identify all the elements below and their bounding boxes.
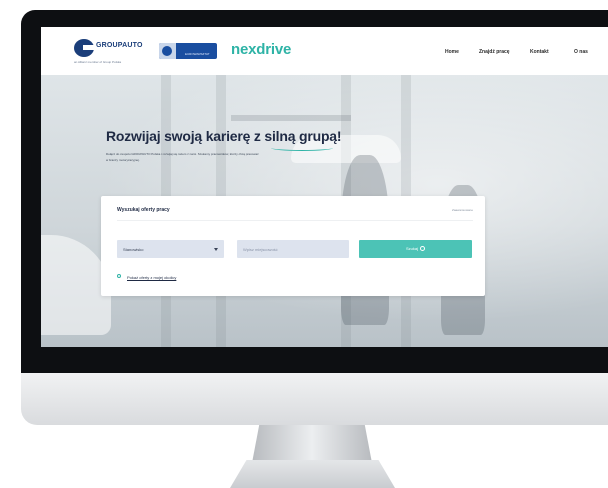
job-search-card: Wyszukaj oferty pracy Zaawansowane Stano… — [101, 196, 485, 296]
top-navigation: GROUPAUTO an Allianz member of Group Pol… — [41, 27, 608, 75]
groupauto-logo[interactable]: GROUPAUTO an Allianz member of Group Pol… — [74, 39, 146, 65]
hero-lead-text: Dołącz do zespołu GROUPAUTO Polska i roz… — [106, 152, 259, 162]
hero-headline: Rozwijaj swoją karierę z silną grupą! — [106, 128, 342, 144]
location-input[interactable] — [237, 240, 349, 258]
headline-underline-swoosh — [271, 145, 333, 151]
nav-find-job[interactable]: Znajdź pracę — [479, 49, 510, 55]
groupauto-logo-subtitle: an Allianz member of Group Polska — [74, 60, 122, 64]
groupauto-g-icon — [74, 39, 94, 57]
nearby-offers-link[interactable]: Pokaż oferty z mojej okolicy — [127, 275, 176, 280]
eurowarsztat-logo-text: EUROWARSZTAT — [185, 52, 210, 56]
monitor-stand-base — [230, 460, 395, 488]
groupauto-logo-text: GROUPAUTO — [96, 42, 143, 49]
screen: GROUPAUTO an Allianz member of Group Pol… — [41, 27, 608, 347]
search-button-label: Szukaj — [405, 246, 418, 251]
eurowarsztat-logo[interactable]: EUROWARSZTAT — [159, 43, 217, 59]
location-pin-icon — [117, 274, 121, 278]
search-button[interactable]: Szukaj — [359, 240, 472, 258]
monitor-chin — [21, 373, 608, 425]
advanced-search-link[interactable]: Zaawansowane — [452, 208, 473, 212]
garage-lift — [231, 115, 351, 121]
search-card-title: Wyszukaj oferty pracy — [117, 207, 170, 213]
monitor-stand-neck — [252, 425, 372, 463]
eurowarsztat-g-icon — [159, 43, 176, 59]
chevron-down-icon — [214, 248, 218, 251]
nav-home[interactable]: Home — [445, 49, 459, 55]
position-select-value: Stanowisko — [123, 247, 144, 252]
search-icon — [420, 246, 425, 252]
nav-contact[interactable]: Kontakt — [530, 49, 549, 55]
card-divider — [117, 220, 473, 221]
nexdrive-logo[interactable]: nexdrive — [231, 41, 291, 58]
position-select[interactable]: Stanowisko — [117, 240, 224, 258]
nav-about[interactable]: O nas — [574, 49, 588, 55]
